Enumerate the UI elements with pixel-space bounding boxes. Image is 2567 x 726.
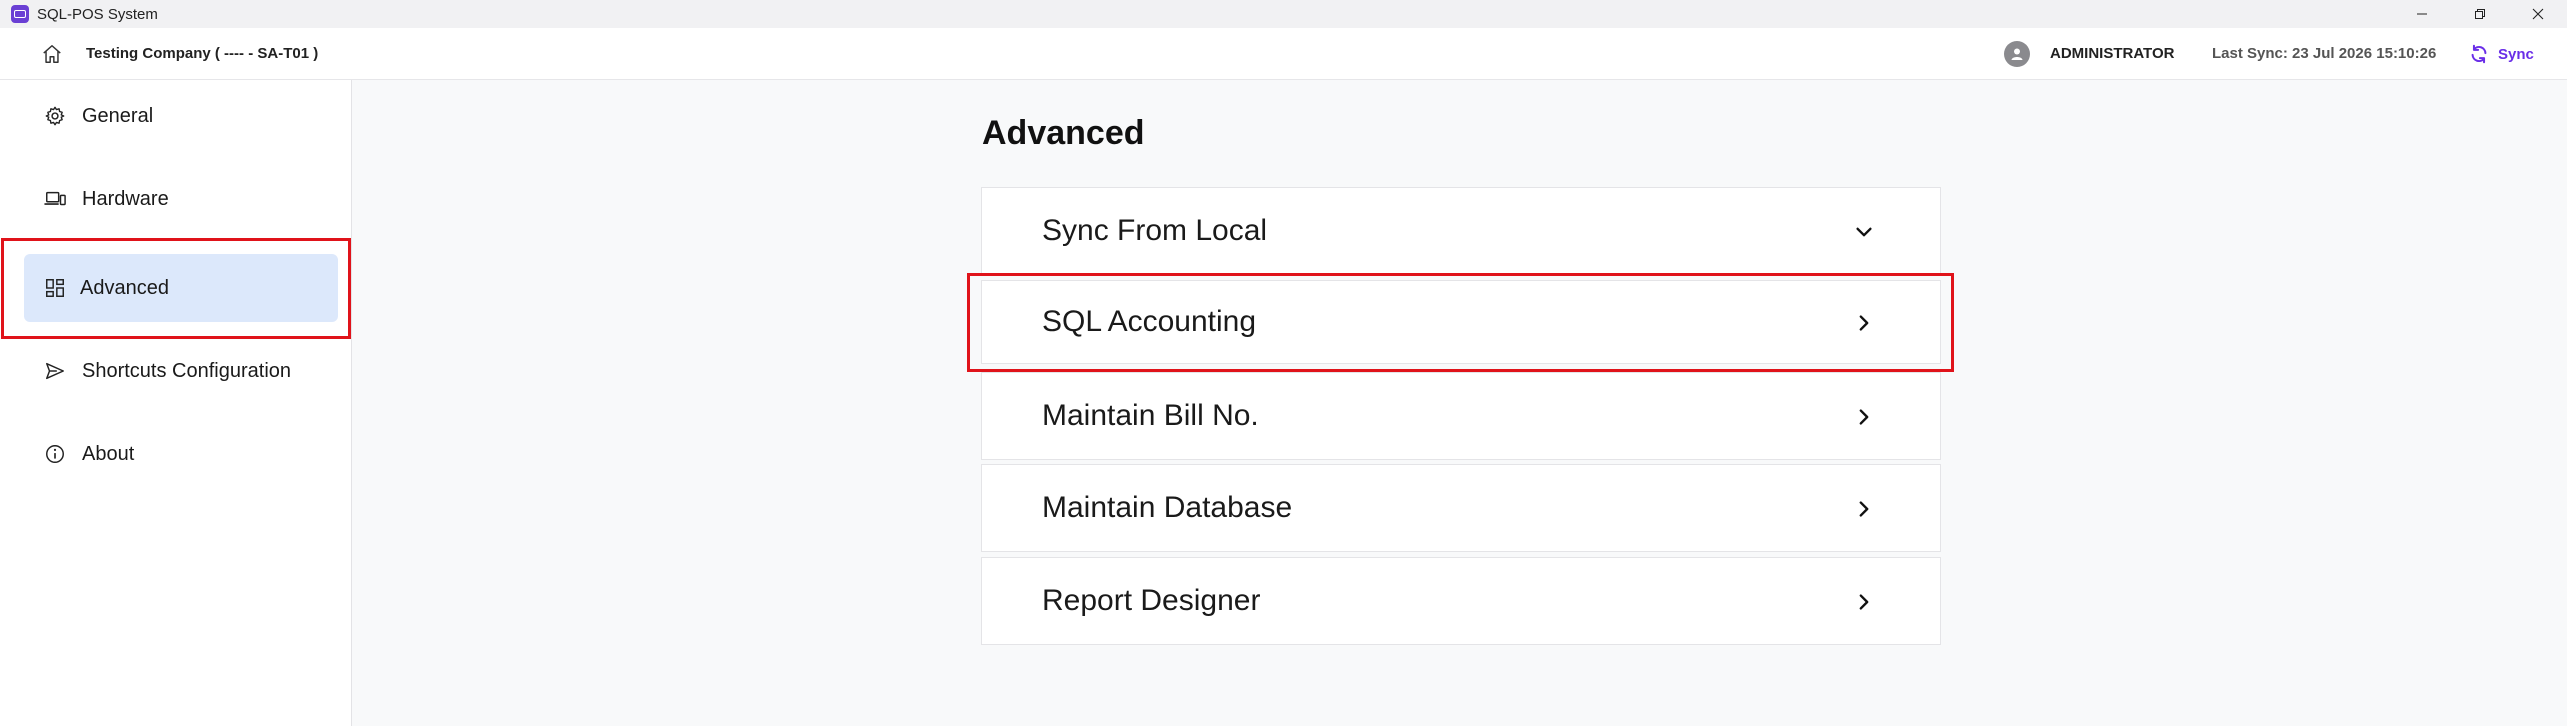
panel-sync-from-local[interactable]: Sync From Local: [981, 187, 1941, 275]
last-sync-status: Last Sync: 23 Jul 2026 15:10:26: [2212, 45, 2437, 62]
chevron-right-icon[interactable]: [1852, 311, 1876, 335]
sync-icon: [2471, 44, 2487, 64]
send-icon: [40, 356, 70, 386]
sidebar-item-label: Hardware: [82, 187, 169, 210]
close-button[interactable]: [2509, 0, 2567, 28]
sync-label: Sync: [2498, 45, 2534, 63]
sidebar-item-label: General: [82, 104, 154, 127]
panel-label: Maintain Bill No.: [1042, 399, 1259, 432]
sidebar-item-label: About: [82, 442, 135, 465]
panel-report-designer[interactable]: Report Designer: [981, 557, 1941, 645]
info-icon: [40, 439, 70, 469]
panel-label: Sync From Local: [1042, 214, 1268, 247]
sidebar-item-shortcuts-configuration[interactable]: Shortcuts Configuration: [24, 337, 338, 405]
home-icon: [43, 45, 61, 63]
restore-button[interactable]: [2451, 0, 2509, 28]
window-controls: [2393, 0, 2567, 28]
app-logo-icon: [11, 5, 29, 23]
sidebar-item-about[interactable]: About: [24, 420, 338, 488]
app-header: Testing Company ( ---- - SA-T01 ) ADMINI…: [0, 28, 2567, 80]
sidebar-item-label: Advanced: [80, 276, 169, 299]
page-title: Advanced: [982, 114, 1145, 152]
sidebar-item-hardware[interactable]: Hardware: [24, 165, 338, 233]
window-titlebar: SQL-POS System: [0, 0, 2567, 28]
dashboard-grid-icon: [40, 273, 70, 303]
user-icon: [2011, 48, 2023, 60]
gear-icon: [40, 101, 70, 131]
sync-button[interactable]: Sync: [2468, 39, 2534, 69]
window-title: SQL-POS System: [37, 5, 158, 23]
chevron-right-icon[interactable]: [1852, 497, 1876, 521]
close-icon: [2532, 8, 2544, 20]
home-button[interactable]: [40, 42, 64, 66]
chevron-right-icon[interactable]: [1852, 405, 1876, 429]
minimize-button[interactable]: [2393, 0, 2451, 28]
sidebar-item-advanced[interactable]: Advanced: [24, 254, 338, 322]
panel-sql-accounting[interactable]: SQL Accounting: [981, 280, 1941, 364]
sidebar-item-general[interactable]: General: [24, 82, 338, 150]
settings-sidebar: General Hardware Advanced Shortcuts Conf…: [0, 80, 352, 726]
panel-label: Maintain Database: [1042, 491, 1293, 524]
avatar[interactable]: [2004, 41, 2030, 67]
laptop-icon: [40, 184, 70, 214]
panel-label: Report Designer: [1042, 584, 1261, 617]
company-name: Testing Company ( ---- - SA-T01 ): [86, 45, 319, 62]
chevron-right-icon[interactable]: [1852, 590, 1876, 614]
chevron-down-icon[interactable]: [1852, 220, 1876, 244]
user-name: ADMINISTRATOR: [2050, 45, 2175, 62]
panel-maintain-database[interactable]: Maintain Database: [981, 464, 1941, 552]
panel-maintain-bill-no[interactable]: Maintain Bill No.: [981, 372, 1941, 460]
minimize-icon: [2417, 13, 2427, 15]
panel-label: SQL Accounting: [1042, 305, 1257, 338]
restore-icon: [2475, 9, 2485, 19]
sidebar-item-label: Shortcuts Configuration: [82, 359, 292, 382]
